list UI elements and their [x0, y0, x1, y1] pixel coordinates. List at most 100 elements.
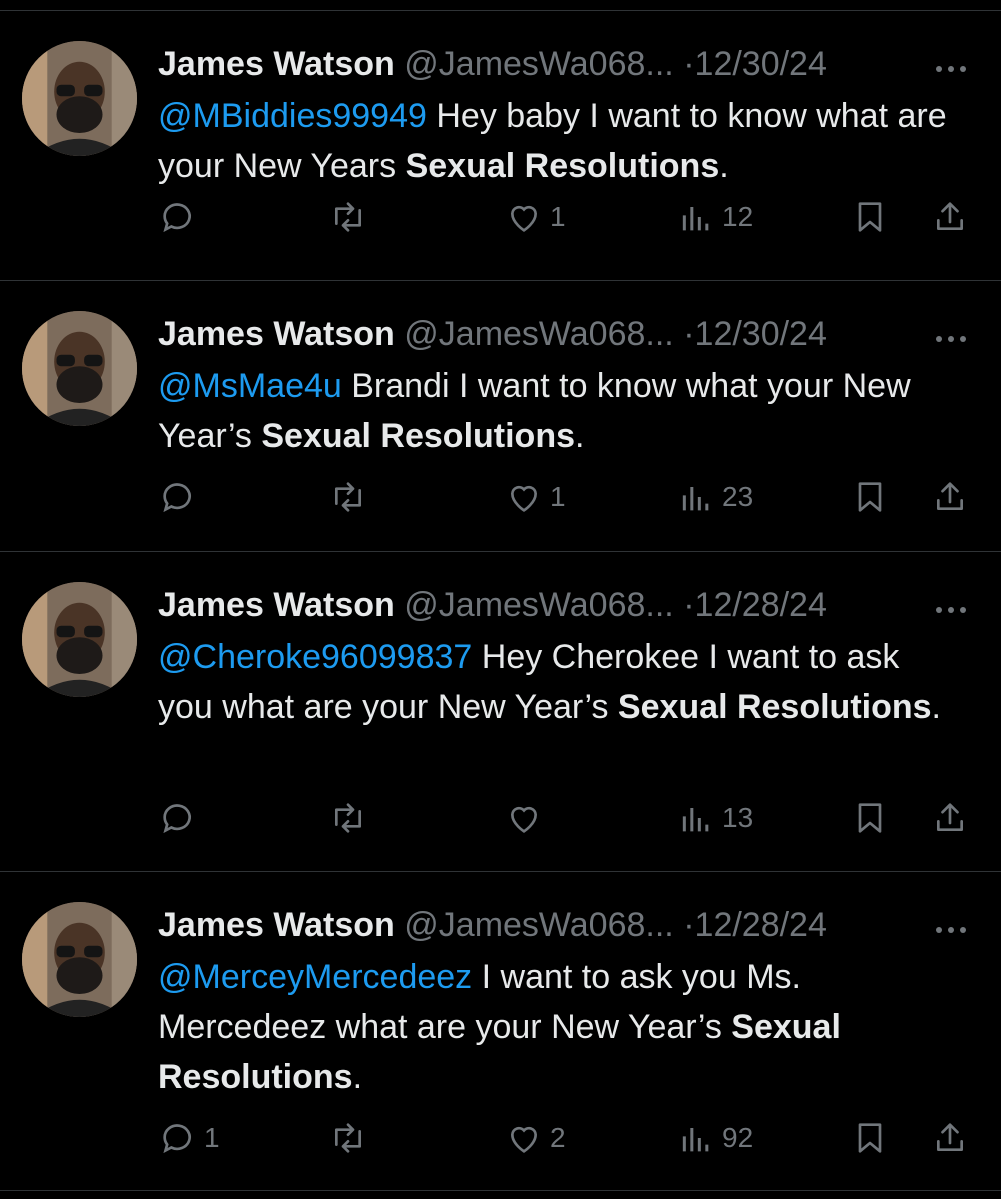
tweet-text-end: . — [719, 147, 729, 185]
more-icon[interactable] — [933, 600, 973, 614]
tweet-feed: James Watson @JamesWa068... ·12/30/24 @M… — [0, 0, 1001, 1191]
separator-dot: · — [683, 45, 695, 83]
view-count: 23 — [722, 481, 754, 512]
tweet[interactable]: James Watson @JamesWa068... ·12/28/24 @M… — [0, 871, 1001, 1191]
tweet-date[interactable]: 12/30/24 — [695, 45, 827, 83]
author-handle[interactable]: @JamesWa068... — [404, 586, 673, 624]
retweet-button[interactable] — [328, 796, 374, 840]
reply-icon — [163, 804, 191, 834]
author-handle[interactable]: @JamesWa068... — [404, 45, 673, 83]
avatar[interactable] — [22, 582, 137, 697]
retweet-icon — [335, 482, 361, 512]
more-icon[interactable] — [933, 920, 973, 934]
views-button[interactable]: 12 — [676, 195, 753, 239]
avatar-image — [22, 41, 137, 156]
like-button[interactable] — [504, 796, 550, 840]
view-count: 92 — [722, 1122, 754, 1153]
author-name[interactable]: James Watson — [158, 586, 395, 624]
separator-dot: · — [683, 315, 695, 353]
tweet-text: @Cheroke96099837 Hey Cherokee I want to … — [158, 632, 958, 732]
views-icon — [682, 487, 709, 511]
mention-link[interactable]: @MerceyMercedeez — [158, 958, 472, 996]
tweet-actions: 1 23 — [158, 475, 981, 519]
mention-link[interactable]: @MsMae4u — [158, 367, 342, 405]
mention-link[interactable]: @MBiddies99949 — [158, 97, 427, 135]
tweet-text-bold: Sexual Resolutions — [405, 147, 720, 185]
heart-icon — [510, 205, 538, 232]
tweet-text-end: . — [575, 417, 585, 455]
more-icon[interactable] — [933, 59, 973, 73]
reply-button[interactable] — [158, 475, 204, 519]
separator-dot: · — [683, 586, 695, 624]
share-button[interactable] — [930, 475, 970, 519]
author-name[interactable]: James Watson — [158, 906, 395, 944]
like-button[interactable]: 2 — [504, 1116, 566, 1160]
retweet-button[interactable] — [328, 195, 374, 239]
reply-icon — [163, 203, 191, 233]
views-button[interactable]: 92 — [676, 1116, 753, 1160]
avatar[interactable] — [22, 41, 137, 156]
retweet-icon — [335, 202, 361, 232]
share-button[interactable] — [930, 195, 970, 239]
tweet-date[interactable]: 12/28/24 — [695, 586, 827, 624]
tweet-actions: 1 12 — [158, 195, 981, 239]
reply-button[interactable] — [158, 195, 204, 239]
like-button[interactable]: 1 — [504, 195, 566, 239]
author-handle[interactable]: @JamesWa068... — [404, 906, 673, 944]
tweet-text-bold: Sexual Resolutions — [617, 688, 932, 726]
share-icon — [937, 803, 963, 831]
views-button[interactable]: 23 — [676, 475, 753, 519]
reply-button[interactable]: 1 — [158, 1116, 220, 1160]
views-button[interactable]: 13 — [676, 796, 753, 840]
tweet[interactable]: James Watson @JamesWa068... ·12/30/24 @M… — [0, 280, 1001, 551]
tweet-date[interactable]: 12/28/24 — [695, 906, 827, 944]
heart-icon — [510, 806, 538, 833]
tweet-text: @MerceyMercedeez I want to ask you Ms. M… — [158, 952, 958, 1102]
retweet-icon — [335, 1123, 361, 1153]
tweet-header: James Watson @JamesWa068... ·12/30/24 — [158, 39, 981, 89]
avatar[interactable] — [22, 902, 137, 1017]
tweet-actions: 13 — [158, 796, 981, 840]
retweet-button[interactable] — [328, 1116, 374, 1160]
like-count: 2 — [550, 1122, 566, 1153]
heart-icon — [510, 1126, 538, 1153]
tweet-actions: 1 2 92 — [158, 1116, 981, 1160]
mention-link[interactable]: @Cheroke96099837 — [158, 638, 472, 676]
like-button[interactable]: 1 — [504, 475, 566, 519]
share-icon — [937, 482, 963, 510]
tweet[interactable]: James Watson @JamesWa068... ·12/30/24 @M… — [0, 10, 1001, 280]
bookmark-icon — [858, 803, 882, 833]
more-icon[interactable] — [933, 329, 973, 343]
reply-button[interactable] — [158, 796, 204, 840]
like-count: 1 — [550, 481, 566, 512]
tweet-text: @MsMae4u Brandi I want to know what your… — [158, 361, 958, 461]
retweet-icon — [335, 803, 361, 833]
bookmark-icon — [858, 1123, 882, 1153]
tweet-date[interactable]: 12/30/24 — [695, 315, 827, 353]
separator-dot: · — [683, 906, 695, 944]
share-button[interactable] — [930, 796, 970, 840]
bookmark-button[interactable] — [850, 475, 890, 519]
views-icon — [682, 207, 709, 231]
share-button[interactable] — [930, 1116, 970, 1160]
tweet-text-end: . — [352, 1058, 363, 1096]
tweet-text-bold: Sexual Resolutions — [261, 417, 575, 455]
views-icon — [682, 808, 709, 832]
tweet-text: @MBiddies99949 Hey baby I want to know w… — [158, 91, 958, 191]
tweet-text-end: . — [931, 688, 941, 726]
bookmark-button[interactable] — [850, 1116, 890, 1160]
share-icon — [937, 202, 963, 230]
view-count: 13 — [722, 802, 754, 833]
heart-icon — [510, 485, 538, 512]
like-count: 1 — [550, 201, 566, 232]
author-name[interactable]: James Watson — [158, 45, 395, 83]
tweet[interactable]: James Watson @JamesWa068... ·12/28/24 @C… — [0, 551, 1001, 871]
retweet-button[interactable] — [328, 475, 374, 519]
bookmark-button[interactable] — [850, 796, 890, 840]
author-name[interactable]: James Watson — [158, 315, 395, 353]
avatar[interactable] — [22, 311, 137, 426]
share-icon — [937, 1123, 963, 1151]
bookmark-button[interactable] — [850, 195, 890, 239]
author-handle[interactable]: @JamesWa068... — [404, 315, 673, 353]
reply-count: 1 — [204, 1122, 220, 1153]
